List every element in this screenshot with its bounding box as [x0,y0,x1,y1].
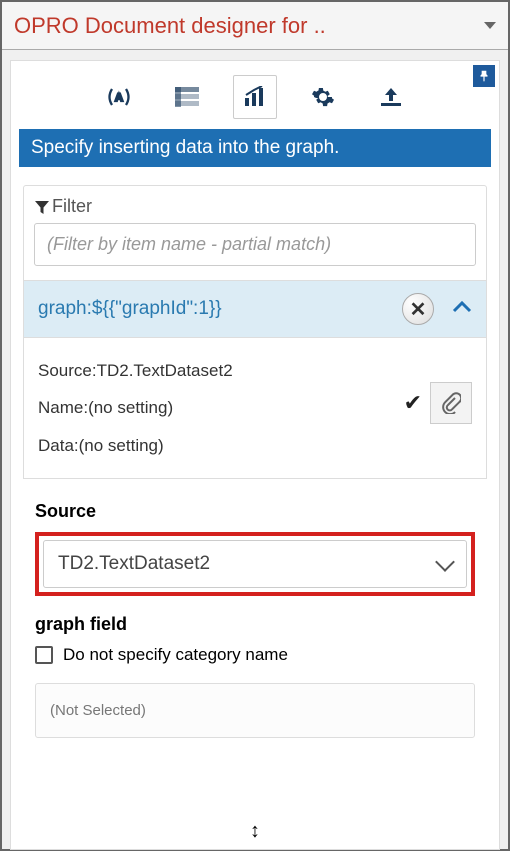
tab-chart[interactable] [233,75,277,119]
graph-meta: Source:TD2.TextDataset2 Name:(no setting… [23,338,487,479]
tab-tables[interactable] [165,75,209,119]
attach-button[interactable] [430,382,472,424]
dropdown-caret-icon[interactable] [484,22,496,29]
panel-header: OPRO Document designer for .. [2,2,508,50]
meta-source: Source:TD2.TextDataset2 [38,352,233,389]
source-field: Source TD2.TextDataset2 graph field Do n… [35,501,475,738]
tab-upload[interactable] [369,75,413,119]
source-label: Source [35,501,475,522]
category-select[interactable]: (Not Selected) [35,683,475,738]
category-checkbox[interactable] [35,646,53,664]
remove-graph-button[interactable]: ✕ [402,293,434,325]
meta-data: Data:(no setting) [38,427,233,464]
category-checkbox-label: Do not specify category name [63,645,288,665]
graph-item-header[interactable]: graph:${{"graphId":1}} ✕ [23,281,487,338]
section-title: Specify inserting data into the graph. [19,129,491,167]
meta-name: Name:(no setting) [38,389,233,426]
filter-section: Filter [23,185,487,281]
toolbar: A [11,61,499,129]
graph-field-label: graph field [35,614,475,635]
check-icon[interactable]: ✔ [404,390,422,416]
panel-title: OPRO Document designer for .. [14,13,326,39]
filter-input[interactable] [34,223,476,266]
collapse-icon[interactable] [452,300,472,319]
tab-settings[interactable] [301,75,345,119]
graph-id-label: graph:${{"graphId":1}} [38,298,222,320]
filter-label: Filter [34,196,476,217]
svg-text:A: A [115,92,123,104]
resize-handle-icon[interactable]: ↕ [250,820,260,843]
source-select[interactable]: TD2.TextDataset2 [43,540,467,588]
tab-variables[interactable]: A [97,75,141,119]
panel-body: A Specify inserting data into the graph.… [10,60,500,850]
source-highlight: TD2.TextDataset2 [35,532,475,596]
chevron-down-icon [435,552,455,572]
filter-icon [34,199,50,215]
